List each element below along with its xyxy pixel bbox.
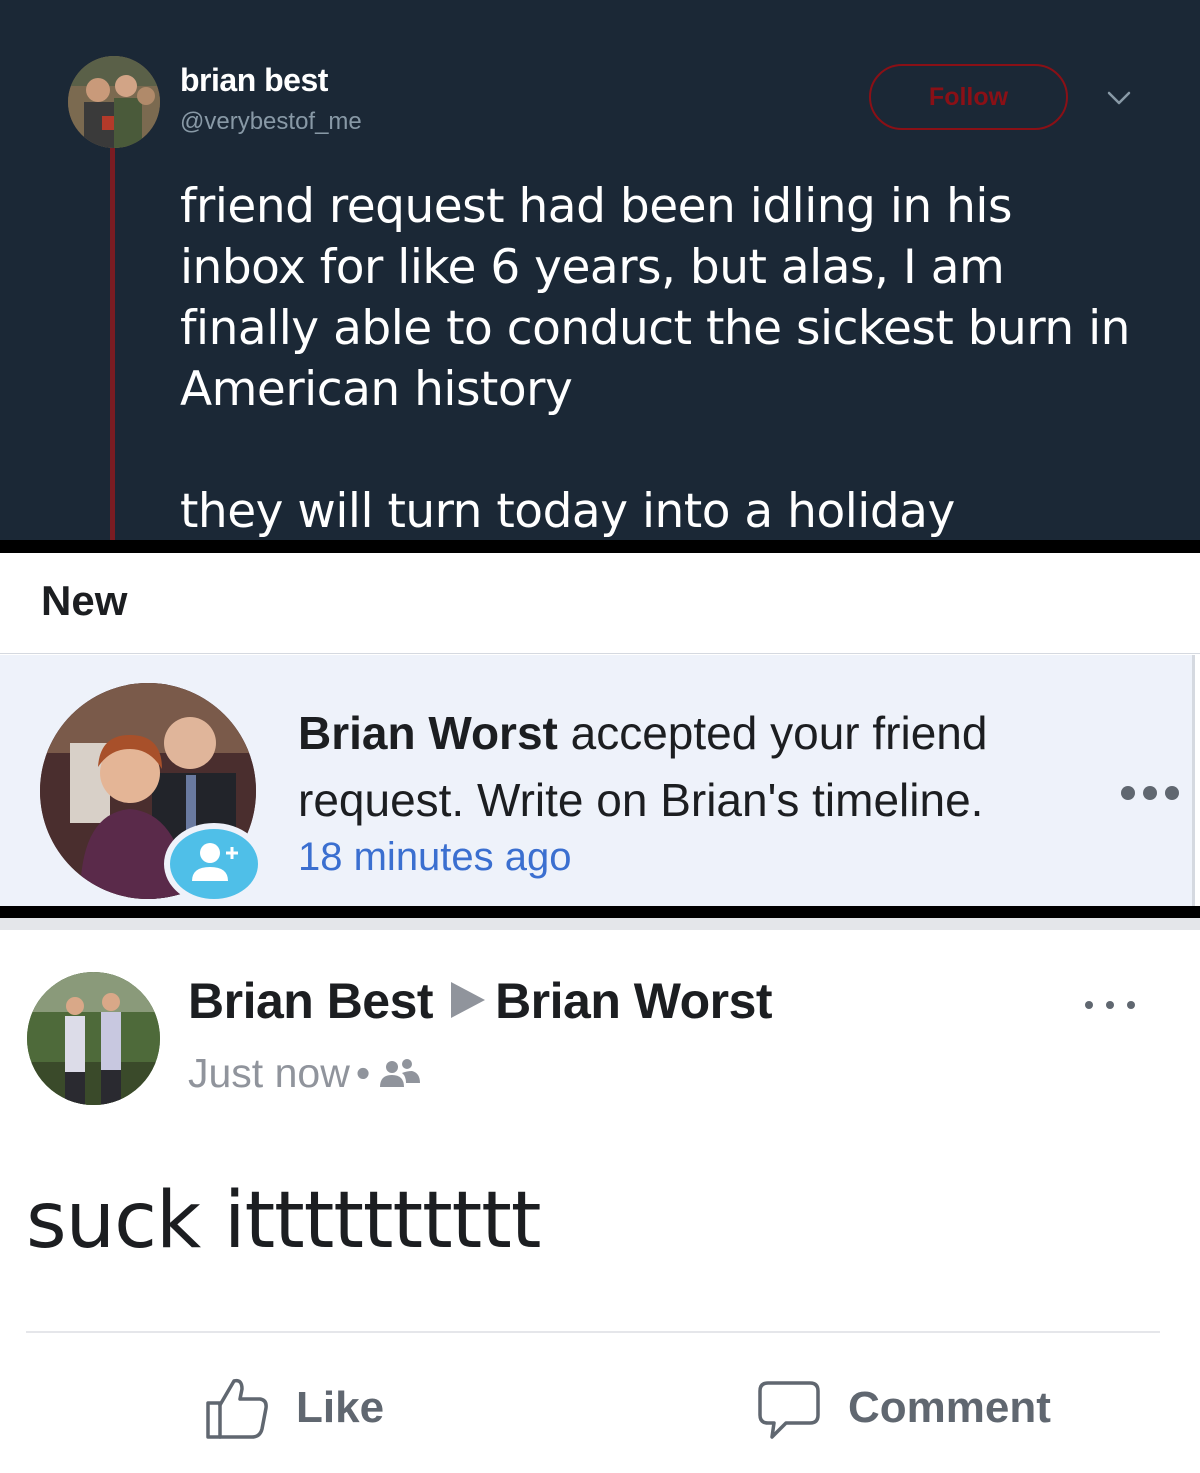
comment-icon	[758, 1381, 820, 1439]
post-body: suck itttttttttt	[26, 1176, 541, 1266]
more-options-icon[interactable]	[1118, 783, 1182, 803]
post-panel: Brian Best Brian Worst Just now • suck itt…	[0, 918, 1200, 1473]
notification-time: 18 minutes ago	[298, 835, 572, 879]
comment-label: Comment	[848, 1383, 1051, 1432]
like-button[interactable]: Like	[204, 1373, 384, 1443]
tweet-avatar[interactable]	[68, 56, 160, 148]
tweet-panel: brian best @verybestof_me Follow friend …	[0, 0, 1200, 540]
post-author[interactable]: Brian Best	[188, 973, 434, 1029]
thumbs-up-icon	[206, 1378, 268, 1439]
post-target[interactable]: Brian Worst	[495, 973, 772, 1029]
post-meta: Just now •	[188, 1050, 421, 1097]
friends-icon[interactable]	[376, 1055, 421, 1091]
notifications-panel: New Brian Worst accepted your friend req…	[0, 553, 1200, 906]
section-title: New	[41, 577, 128, 624]
tweet-text: friend request had been idling in his in…	[180, 179, 1130, 539]
divider	[0, 540, 1200, 553]
thread-line	[110, 148, 115, 540]
notification-message: Brian Worst accepted your friend request…	[298, 700, 1078, 834]
follow-button[interactable]: Follow	[869, 64, 1068, 130]
chevron-down-icon[interactable]	[1104, 86, 1134, 110]
divider	[0, 906, 1200, 918]
tweet-display-name[interactable]: brian best	[180, 62, 328, 99]
add-friend-icon	[164, 823, 264, 905]
more-options-icon[interactable]	[1082, 998, 1138, 1012]
tweet-handle[interactable]: @verybestof_me	[180, 108, 362, 136]
post-top-border	[0, 918, 1200, 930]
notifications-header: New	[0, 553, 1200, 654]
arrow-right-icon	[451, 982, 486, 1018]
like-label: Like	[296, 1383, 385, 1432]
post-header: Brian Best Brian Worst	[188, 972, 773, 1030]
comment-button[interactable]: Comment	[756, 1373, 1051, 1443]
post-time[interactable]: Just now	[188, 1050, 350, 1096]
notification-item[interactable]: Brian Worst accepted your friend request…	[0, 655, 1195, 906]
notification-actor[interactable]: Brian Worst	[298, 707, 558, 759]
action-divider	[26, 1331, 1160, 1333]
meta-separator: •	[355, 1050, 371, 1096]
post-avatar[interactable]	[27, 972, 160, 1105]
